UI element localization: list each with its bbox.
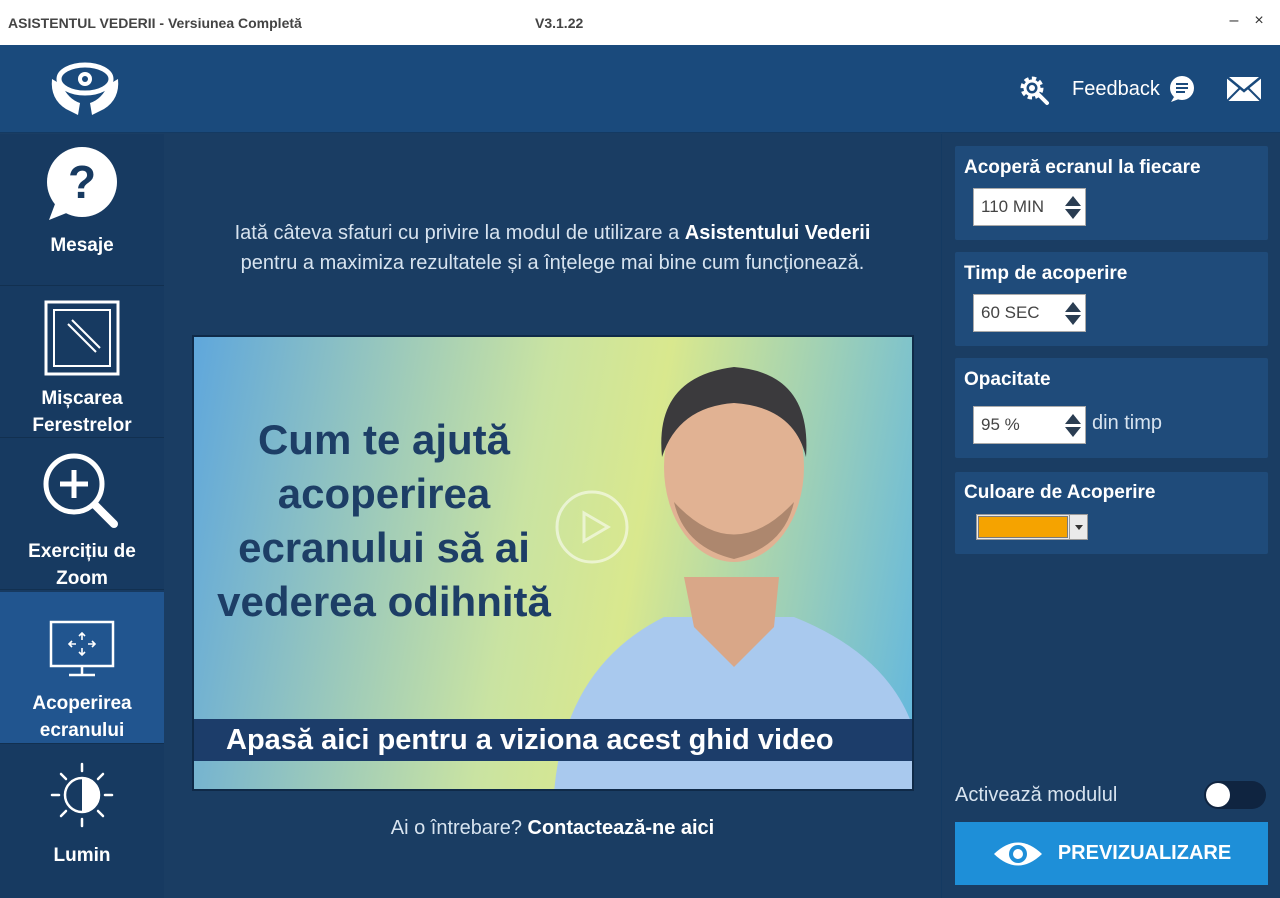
brightness-icon [0, 760, 164, 830]
sidebar-item-zoom[interactable]: Exercițiu de Zoom [0, 438, 164, 590]
svg-text:?: ? [68, 156, 96, 208]
preview-button[interactable]: PREVIZUALIZARE [955, 822, 1268, 885]
intro-text-part: pentru a maximiza rezultatele și a înțel… [240, 252, 865, 274]
setting-cover-time: Timp de acoperire 60 SEC [955, 252, 1268, 346]
sidebar: ? Mesaje Mișcarea Ferestrelor Exercițiu … [0, 134, 164, 898]
sidebar-item-label: Exercițiu de Zoom [28, 541, 136, 589]
sidebar-item-label: Acoperirea ecranului [32, 693, 132, 741]
spinner-arrows-icon[interactable] [1065, 195, 1081, 219]
setting-label: Culoare de Acoperire [964, 482, 1156, 503]
activate-module-toggle[interactable] [1204, 781, 1266, 809]
sidebar-item-label: Mesaje [50, 235, 114, 256]
sidebar-item-label: Mișcarea Ferestrelor [32, 388, 132, 436]
spinner-value: 60 SEC [981, 303, 1040, 322]
chat-bubble-icon [1169, 76, 1194, 102]
sidebar-item-lumin[interactable]: Lumin [0, 746, 164, 898]
mail-icon[interactable] [1226, 76, 1262, 107]
title-bar: ASISTENTUL VEDERII - Versiunea Completă … [0, 0, 1280, 45]
opacity-suffix: din timp [1092, 412, 1163, 434]
app-version: V3.1.22 [535, 15, 584, 31]
sidebar-item-window-move[interactable]: Mișcarea Ferestrelor [0, 286, 164, 438]
question-bubble-icon: ? [0, 146, 164, 222]
settings-gear-icon[interactable] [1018, 74, 1050, 111]
zoom-in-icon [0, 452, 164, 530]
sidebar-item-label: Lumin [53, 845, 111, 866]
intro-text: Iată câteva sfaturi cu privire la modul … [165, 218, 940, 278]
intro-text-part: Iată câteva sfaturi cu privire la modul … [234, 222, 685, 244]
video-headline: Cum te ajută acoperirea ecranului să ai … [217, 416, 551, 625]
setting-label: Acoperă ecranul la fiecare [964, 157, 1201, 178]
feedback-label: Feedback [1072, 77, 1160, 100]
intro-text-bold: Asistentului Vederii [684, 222, 871, 244]
color-picker[interactable] [976, 514, 1088, 540]
setting-label: Timp de acoperire [964, 263, 1128, 284]
color-swatch [978, 516, 1068, 538]
close-button[interactable]: × [1249, 12, 1269, 30]
setting-cover-color: Culoare de Acoperire [955, 472, 1268, 554]
question-text: Ai o întrebare? [390, 817, 528, 839]
contact-line: Ai o întrebare? Contactează-ne aici [165, 817, 940, 840]
setting-label: Opacitate [964, 369, 1051, 390]
feedback-button[interactable]: Feedback [1072, 75, 1196, 103]
spinner-value: 95 % [981, 415, 1020, 434]
contact-link[interactable]: Contactează-ne aici [528, 817, 715, 839]
window-title: ASISTENTUL VEDERII - Versiunea Completă [8, 15, 302, 31]
spinner-value: 110 MIN [981, 197, 1044, 216]
minimize-button[interactable]: – [1224, 12, 1244, 30]
setting-opacity: Opacitate 95 % din timp [955, 358, 1268, 458]
toggle-knob [1206, 783, 1230, 807]
screen-cover-icon [0, 620, 164, 678]
eye-icon [993, 842, 1042, 865]
setting-cover-every: Acoperă ecranul la fiecare 110 MIN [955, 146, 1268, 240]
spinner-arrows-icon[interactable] [1065, 301, 1081, 325]
preview-label: PREVIZUALIZARE [1057, 842, 1232, 864]
chevron-down-icon[interactable] [1069, 515, 1087, 539]
sidebar-item-screen-cover[interactable]: Acoperirea ecranului [0, 592, 164, 744]
cover-time-spinner[interactable]: 60 SEC [973, 294, 1086, 332]
cover-every-spinner[interactable]: 110 MIN [973, 188, 1086, 226]
window-move-icon [0, 300, 164, 376]
settings-panel: Acoperă ecranul la fiecare 110 MIN Timp … [941, 134, 1280, 898]
spinner-arrows-icon[interactable] [1065, 413, 1081, 437]
play-icon[interactable] [554, 489, 630, 565]
video-thumbnail[interactable]: Cum te ajută acoperirea ecranului să ai … [192, 335, 914, 791]
app-header: Feedback [0, 45, 1280, 133]
sidebar-item-mesaje[interactable]: ? Mesaje [0, 134, 164, 286]
opacity-spinner[interactable]: 95 % [973, 406, 1086, 444]
activate-module-label: Activează modulul [955, 784, 1118, 806]
eye-hands-icon [48, 59, 122, 122]
video-banner[interactable]: Apasă aici pentru a viziona acest ghid v… [194, 719, 912, 761]
main-panel: Iată câteva sfaturi cu privire la modul … [165, 134, 940, 898]
